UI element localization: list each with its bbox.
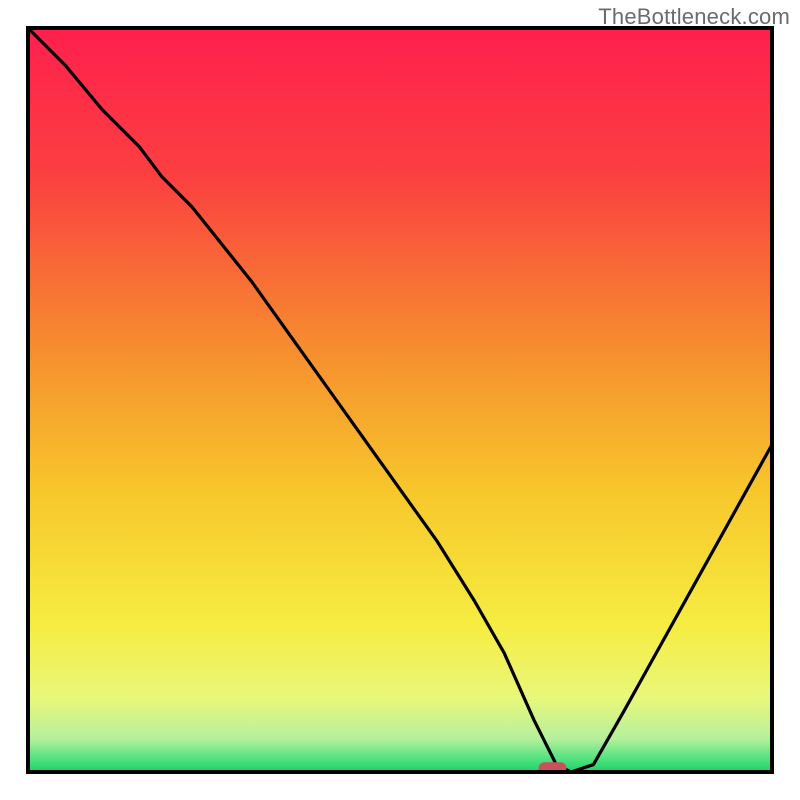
- chart-svg: [0, 0, 800, 800]
- chart-container: TheBottleneck.com: [0, 0, 800, 800]
- gradient-background: [28, 28, 772, 772]
- plot-area: [28, 28, 772, 774]
- watermark-label: TheBottleneck.com: [598, 4, 790, 30]
